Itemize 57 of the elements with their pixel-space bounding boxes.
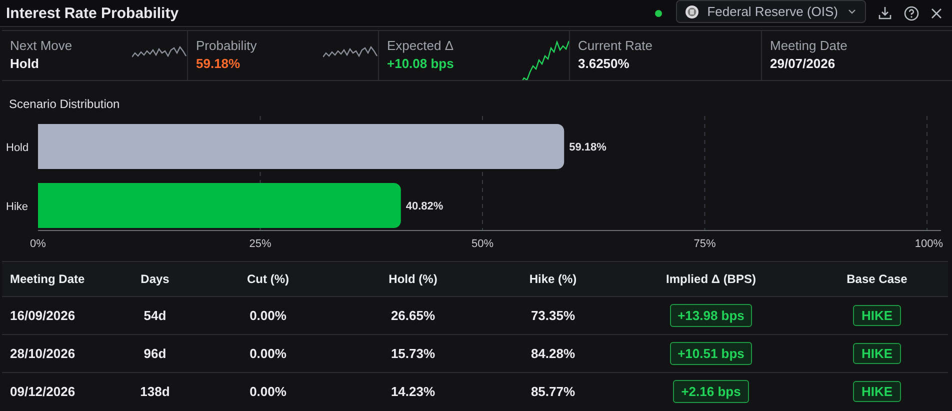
- table-cell-text: 28/10/2026: [9, 346, 76, 361]
- base-case-badge: HIKE: [853, 381, 901, 402]
- table-cell-text: 138d: [139, 384, 171, 399]
- table-cell-text: 26.65%: [390, 308, 436, 323]
- chart-title: Scenario Distribution: [9, 97, 120, 111]
- stat-value: 59.18%: [196, 56, 242, 71]
- table-cell-text: 85.77%: [530, 384, 576, 399]
- axis-tick-label: 50%: [471, 238, 494, 250]
- table-cell-text: 96d: [142, 346, 168, 361]
- category-label: Hold: [6, 142, 29, 154]
- table-cell-text: 15.73%: [390, 346, 436, 361]
- stat-value: +10.08 bps: [387, 56, 454, 71]
- sparkline-drawing: [132, 44, 187, 60]
- window-title: Interest Rate Probability: [6, 4, 179, 22]
- column-header: Base Case: [846, 272, 908, 286]
- implied-change-badge: +2.16 bps: [673, 380, 749, 403]
- axis-tick-label: 0%: [30, 238, 46, 250]
- implied-change-badge: +10.51 bps: [670, 342, 752, 365]
- table-cell-text: 0.00%: [248, 308, 288, 323]
- stat-value: 3.6250%: [578, 56, 630, 71]
- base-case-badge: HIKE: [853, 343, 901, 364]
- sparkline-drawing: [323, 44, 378, 60]
- table-cell-text: 14.23%: [390, 384, 436, 399]
- table-cell-text: 54d: [142, 308, 168, 323]
- stat-value: 29/07/2026: [770, 56, 836, 71]
- stat-value: Hold: [10, 56, 40, 71]
- download-icon[interactable]: [878, 6, 892, 20]
- stat-label: Next Move: [10, 38, 72, 53]
- chevron-down-icon: [848, 9, 856, 14]
- column-header: Meeting Date: [9, 272, 86, 286]
- table-cell-text: 73.35%: [530, 308, 576, 323]
- axis-tick-label: 75%: [694, 238, 716, 250]
- table-cell-text: 0.00%: [248, 346, 288, 361]
- category-label: Hike: [6, 201, 28, 213]
- column-header: Days: [140, 272, 170, 286]
- stat-label: Probability: [196, 38, 257, 53]
- table-cell-text: 09/12/2026: [9, 384, 76, 399]
- seal-icon: [685, 4, 700, 18]
- source-dropdown[interactable]: Federal Reserve (OIS): [676, 0, 866, 23]
- stat-label: Current Rate: [578, 38, 652, 53]
- column-header: Cut (%): [246, 272, 290, 286]
- bar-value-label: 40.82%: [406, 200, 444, 212]
- axis-tick-label: 25%: [249, 238, 272, 250]
- table-cell-text: 0.00%: [248, 384, 288, 399]
- help-icon[interactable]: [904, 6, 919, 20]
- table-cell-text: 84.28%: [530, 346, 576, 361]
- implied-change-badge: +13.98 bps: [670, 304, 752, 327]
- base-case-badge: HIKE: [853, 305, 901, 326]
- column-header: Hike (%): [528, 272, 578, 286]
- stat-label: Expected Δ: [387, 38, 454, 53]
- column-header: Implied Δ (BPS): [665, 272, 757, 286]
- stat-label: Meeting Date: [770, 38, 848, 53]
- bar-value-label: 59.18%: [569, 142, 606, 154]
- table-cell-text: 16/09/2026: [9, 308, 76, 323]
- axis-tick-label: 100%: [914, 238, 943, 250]
- close-icon[interactable]: [931, 8, 942, 18]
- column-header: Hold (%): [388, 272, 438, 286]
